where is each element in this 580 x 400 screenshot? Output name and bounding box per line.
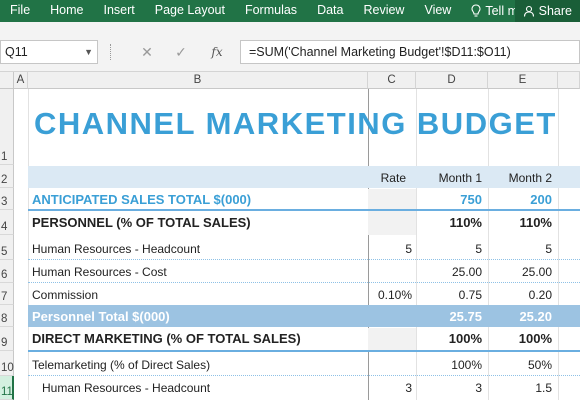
commission-rate[interactable]: 0.10% — [368, 288, 412, 302]
commission-m1[interactable]: 0.75 — [416, 288, 482, 302]
hr-cost-label: Human Resources - Cost — [32, 265, 167, 279]
hr-cost-m2[interactable]: 25.00 — [488, 265, 552, 279]
ribbon-tab-bar: File Home Insert Page Layout Formulas Da… — [0, 0, 580, 22]
row-header-4[interactable]: 4 — [0, 210, 14, 235]
column-header-d[interactable]: D — [416, 72, 488, 89]
person-icon — [523, 5, 534, 17]
rate-cell-shade — [368, 189, 416, 210]
personnel-total-m2[interactable]: 25.20 — [488, 309, 552, 324]
tab-file[interactable]: File — [0, 0, 40, 22]
column-header-e[interactable]: E — [488, 72, 558, 89]
select-all-corner[interactable] — [0, 72, 14, 89]
direct-marketing-m1[interactable]: 100% — [416, 331, 482, 346]
enter-icon[interactable]: ✓ — [170, 42, 192, 62]
formula-input[interactable]: =SUM('Channel Marketing Budget'!$D11:$O1… — [240, 40, 580, 64]
month2-header: Month 2 — [508, 171, 552, 185]
hr-headcount-rate[interactable]: 5 — [368, 242, 412, 256]
personnel-m2[interactable]: 110% — [488, 215, 552, 230]
row-divider — [28, 259, 580, 260]
tab-insert[interactable]: Insert — [94, 0, 145, 22]
tab-home[interactable]: Home — [40, 0, 93, 22]
row-header-8[interactable]: 8 — [0, 305, 14, 327]
hr-headcount-label: Human Resources - Headcount — [32, 242, 201, 256]
share-button[interactable]: Share — [514, 0, 580, 22]
row-header-7[interactable]: 7 — [0, 283, 14, 305]
chevron-down-icon[interactable]: ▼ — [84, 41, 93, 63]
hr-headcount-m1[interactable]: 5 — [416, 242, 482, 256]
rate-cell-shade — [368, 328, 416, 351]
row-header-5[interactable]: 5 — [0, 235, 14, 260]
column-header-a[interactable]: A — [14, 72, 28, 89]
column-header-f[interactable] — [558, 72, 580, 89]
column-header-b[interactable]: B — [28, 72, 368, 89]
anticipated-m2[interactable]: 200 — [488, 192, 552, 207]
formula-bar: Q11 ▼ ✕ ✓ fx =SUM('Channel Marketing Bud… — [0, 22, 580, 72]
telemarketing-m1[interactable]: 100% — [416, 358, 482, 372]
hr-headcount2-m1[interactable]: 3 — [416, 381, 482, 395]
row-header-3[interactable]: 3 — [0, 188, 14, 210]
direct-marketing-m2[interactable]: 100% — [488, 331, 552, 346]
tab-view[interactable]: View — [414, 0, 461, 22]
row-header-6[interactable]: 6 — [0, 260, 14, 283]
commission-m2[interactable]: 0.20 — [488, 288, 552, 302]
sheet-title: CHANNEL MARKETING BUDGET — [34, 106, 557, 141]
row-header-10[interactable]: 10 — [0, 351, 14, 376]
hr-headcount2-rate[interactable]: 3 — [368, 381, 412, 395]
row-header-1[interactable]: 1 — [0, 89, 14, 165]
telemarketing-label: Telemarketing (% of Direct Sales) — [32, 358, 211, 372]
row-header-11[interactable]: 11 — [0, 376, 14, 400]
hr-headcount-m2[interactable]: 5 — [488, 242, 552, 256]
anticipated-m1[interactable]: 750 — [416, 192, 482, 207]
name-box-value: Q11 — [5, 45, 28, 59]
personnel-m1[interactable]: 110% — [416, 215, 482, 230]
hr-cost-m1[interactable]: 25.00 — [416, 265, 482, 279]
commission-label: Commission — [32, 288, 99, 302]
personnel-label: PERSONNEL (% OF TOTAL SALES) — [32, 215, 251, 230]
row-header-9[interactable]: 9 — [0, 327, 14, 351]
column-header-c[interactable]: C — [368, 72, 416, 89]
row-header-2[interactable]: 2 — [0, 165, 14, 188]
tab-review[interactable]: Review — [353, 0, 414, 22]
row-divider — [28, 375, 580, 376]
insert-function-icon[interactable]: fx — [206, 42, 228, 62]
rate-cell-shade — [368, 211, 416, 235]
tab-data[interactable]: Data — [307, 0, 353, 22]
share-label: Share — [538, 4, 572, 18]
personnel-total-m1[interactable]: 25.75 — [416, 309, 482, 324]
rate-header: Rate — [380, 171, 406, 185]
row-divider — [28, 209, 580, 211]
row-divider — [28, 282, 580, 283]
tab-page-layout[interactable]: Page Layout — [145, 0, 235, 22]
direct-marketing-label: DIRECT MARKETING (% OF TOTAL SALES) — [32, 331, 301, 346]
formula-bar-separator — [110, 44, 112, 60]
cancel-icon[interactable]: ✕ — [136, 42, 158, 62]
personnel-total-label: Personnel Total $(000) — [32, 309, 170, 324]
grid-line — [28, 89, 29, 400]
name-box[interactable]: Q11 ▼ — [0, 40, 98, 64]
anticipated-sales-label: ANTICIPATED SALES TOTAL $(000) — [32, 192, 252, 207]
month1-header: Month 1 — [438, 171, 482, 185]
hr-headcount2-m2[interactable]: 1.5 — [488, 381, 552, 395]
row-divider — [28, 350, 580, 352]
telemarketing-m2[interactable]: 50% — [488, 358, 552, 372]
grid-line — [558, 89, 559, 400]
hr-headcount2-label: Human Resources - Headcount — [42, 381, 211, 395]
lightbulb-icon — [471, 4, 481, 17]
tab-formulas[interactable]: Formulas — [235, 0, 307, 22]
